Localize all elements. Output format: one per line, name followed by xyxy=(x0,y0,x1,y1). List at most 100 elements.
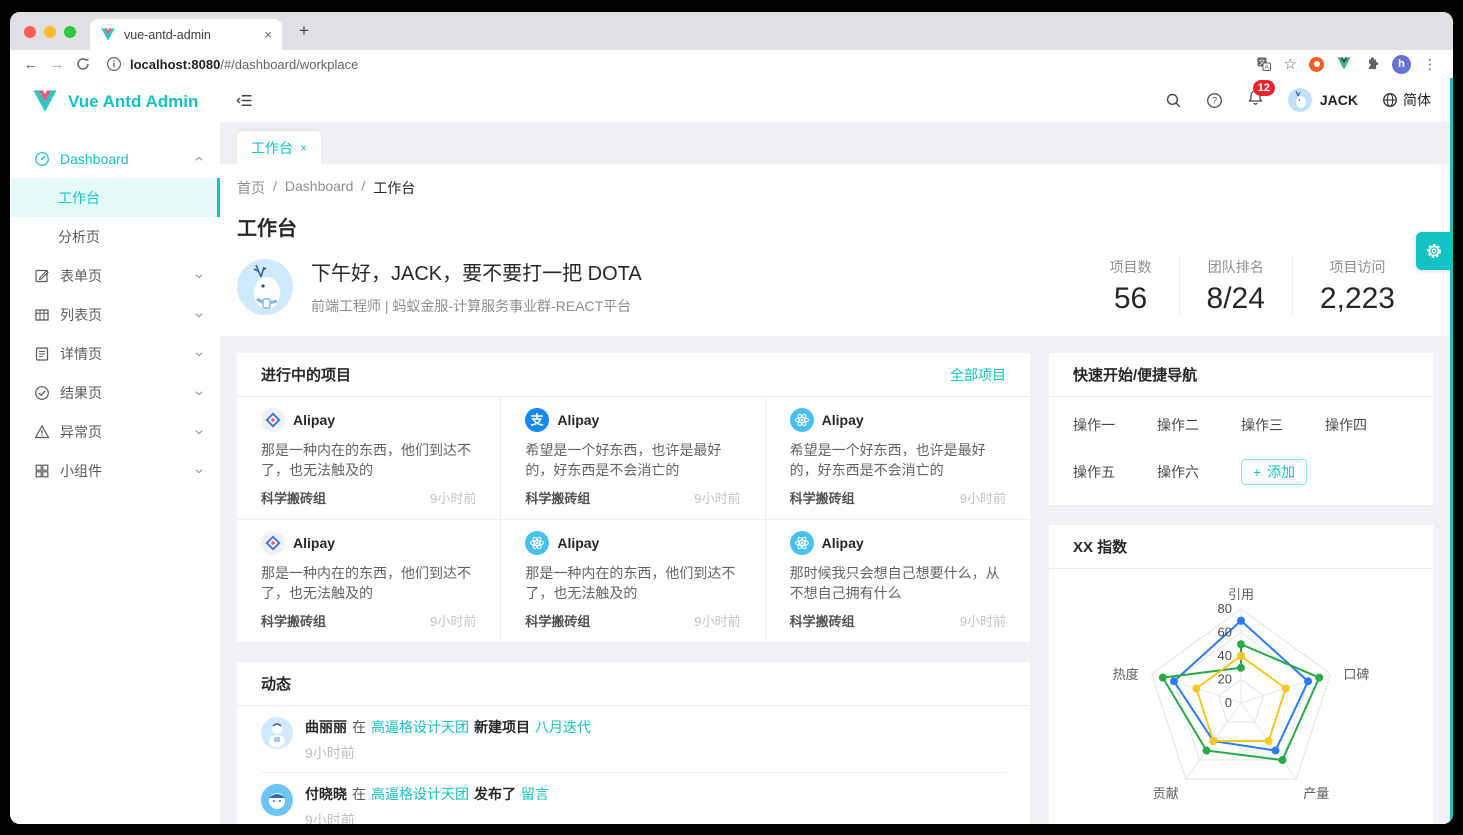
quick-link-1[interactable]: 操作一 xyxy=(1073,415,1157,435)
address-bar[interactable]: localhost:8080/#/dashboard/workplace xyxy=(106,56,1256,72)
project-cell[interactable]: Alipay 那是一种内在的东西，他们到达不了，也无法触及的 科学搬砖组 9小时… xyxy=(237,397,501,520)
sidebar-item-label: 工作台 xyxy=(58,188,100,208)
menu-fold-icon[interactable] xyxy=(236,92,253,109)
page-tab-close-icon[interactable]: × xyxy=(300,141,307,155)
antd-icon xyxy=(261,531,285,555)
project-group[interactable]: 科学搬砖组 xyxy=(525,611,590,630)
greeting-subtitle: 前端工程师 | 蚂蚁金服-计算服务事业群-REACT平台 xyxy=(311,296,642,316)
quick-link-6[interactable]: 操作六 xyxy=(1157,462,1241,482)
project-cell[interactable]: Alipay 希望是一个好东西，也许是最好的，好东西是不会消亡的 科学搬砖组 9… xyxy=(766,397,1030,520)
project-time: 9小时前 xyxy=(430,611,476,630)
activity-target-link[interactable]: 留言 xyxy=(521,784,549,804)
feed-title: 动态 xyxy=(261,673,291,694)
activity-target-link[interactable]: 八月迭代 xyxy=(535,717,591,737)
close-window-button[interactable] xyxy=(24,26,36,38)
sidebar-item-label: 结果页 xyxy=(60,383,102,403)
globe-icon xyxy=(1382,92,1398,108)
quick-link-4[interactable]: 操作四 xyxy=(1325,415,1409,435)
vue-devtools-icon[interactable] xyxy=(1336,56,1352,72)
tab-close-icon[interactable]: × xyxy=(264,27,272,42)
language-switcher[interactable]: 简体 xyxy=(1382,90,1431,110)
project-cell[interactable]: 支 Alipay 希望是一个好东西，也许是最好的，好东西是不会消亡的 科学搬砖组… xyxy=(501,397,765,520)
reload-icon[interactable] xyxy=(75,56,91,72)
browser-tabstrip: vue-antd-admin × + xyxy=(10,12,1453,50)
caret-down-icon xyxy=(194,466,204,476)
breadcrumb-home[interactable]: 首页 xyxy=(237,178,265,198)
sidebar-menu: Dashboard 工作台 分析页 表单页 列表页 xyxy=(10,125,220,490)
activity-team-link[interactable]: 高逼格设计天团 xyxy=(371,717,469,737)
breadcrumb-current: 工作台 xyxy=(373,178,415,198)
sidebar-item-form[interactable]: 表单页 xyxy=(10,256,220,295)
notifications-button[interactable]: 12 xyxy=(1247,89,1264,111)
project-cell[interactable]: Alipay 那时候我只会想自己想要什么，从不想自己拥有什么 科学搬砖组 9小时… xyxy=(766,520,1030,642)
project-group[interactable]: 科学搬砖组 xyxy=(790,611,855,630)
app-title: Vue Antd Admin xyxy=(68,92,198,112)
help-icon[interactable]: ? xyxy=(1206,92,1223,109)
project-group[interactable]: 科学搬砖组 xyxy=(261,488,326,507)
app-logo[interactable]: Vue Antd Admin xyxy=(10,78,220,125)
minimize-window-button[interactable] xyxy=(44,26,56,38)
back-icon[interactable]: ← xyxy=(18,56,44,73)
sidebar-item-list[interactable]: 列表页 xyxy=(10,295,220,334)
activity-team-link[interactable]: 高逼格设计天团 xyxy=(371,784,469,804)
project-cell[interactable]: Alipay 那是一种内在的东西，他们到达不了，也无法触及的 科学搬砖组 9小时… xyxy=(501,520,765,642)
maximize-window-button[interactable] xyxy=(64,26,76,38)
sidebar-item-analysis[interactable]: 分析页 xyxy=(10,217,220,256)
user-menu[interactable]: JACK xyxy=(1288,88,1358,112)
project-group[interactable]: 科学搬砖组 xyxy=(261,611,326,630)
settings-drawer-edge[interactable] xyxy=(1450,78,1453,824)
sidebar-item-result[interactable]: 结果页 xyxy=(10,373,220,412)
project-cell[interactable]: Alipay 那是一种内在的东西，他们到达不了，也无法触及的 科学搬砖组 9小时… xyxy=(237,520,501,642)
svg-text:?: ? xyxy=(1212,95,1217,105)
breadcrumb-dashboard[interactable]: Dashboard xyxy=(285,178,354,198)
sidebar-item-dashboard[interactable]: Dashboard xyxy=(10,139,220,178)
browser-tab-title: vue-antd-admin xyxy=(124,28,256,42)
url-path: /#/dashboard/workplace xyxy=(220,57,358,72)
react-icon xyxy=(790,531,814,555)
project-time: 9小时前 xyxy=(960,611,1006,630)
extension-orange-icon[interactable] xyxy=(1309,57,1324,72)
activity-user[interactable]: 付晓晓 xyxy=(305,784,347,804)
activity-user[interactable]: 曲丽丽 xyxy=(305,717,347,737)
radar-point xyxy=(1272,747,1280,755)
add-button[interactable]: + 添加 xyxy=(1241,459,1307,485)
sidebar-item-detail[interactable]: 详情页 xyxy=(10,334,220,373)
sidebar-item-widgets[interactable]: 小组件 xyxy=(10,451,220,490)
quick-link-5[interactable]: 操作五 xyxy=(1073,462,1157,482)
sidebar-item-workplace[interactable]: 工作台 xyxy=(10,178,220,217)
bookmark-star-icon[interactable]: ☆ xyxy=(1284,55,1297,73)
settings-button[interactable] xyxy=(1416,232,1451,270)
all-projects-link[interactable]: 全部项目 xyxy=(950,365,1006,385)
page-tab-workplace[interactable]: 工作台 × xyxy=(237,131,321,164)
search-icon[interactable] xyxy=(1165,92,1182,109)
project-group[interactable]: 科学搬砖组 xyxy=(525,488,590,507)
extensions-puzzle-icon[interactable] xyxy=(1364,56,1380,72)
browser-menu-icon[interactable]: ⋮ xyxy=(1423,56,1437,73)
add-button-label: 添加 xyxy=(1267,462,1295,482)
project-group[interactable]: 科学搬砖组 xyxy=(790,488,855,507)
username: JACK xyxy=(1320,92,1358,108)
radar-tick-label: 0 xyxy=(1225,695,1232,710)
new-tab-button[interactable]: + xyxy=(292,21,316,41)
browser-tab[interactable]: vue-antd-admin × xyxy=(90,19,282,50)
translate-icon[interactable]: 文A xyxy=(1256,56,1272,72)
sidebar-item-exception[interactable]: 异常页 xyxy=(10,412,220,451)
activity-feed-card: 动态 曲丽丽 在 高逼格设计天团 新建项目 xyxy=(237,662,1030,824)
sidebar-item-label: 详情页 xyxy=(60,344,102,364)
quick-link-3[interactable]: 操作三 xyxy=(1241,415,1325,435)
vue-favicon-icon xyxy=(100,27,116,43)
activity-item: 曲丽丽 在 高逼格设计天团 新建项目 八月迭代 9小时前 xyxy=(261,706,1006,773)
stat-label: 团队排名 xyxy=(1207,257,1265,277)
page-tabbar: 工作台 × xyxy=(220,122,1453,164)
projects-grid: Alipay 那是一种内在的东西，他们到达不了，也无法触及的 科学搬砖组 9小时… xyxy=(237,397,1030,642)
browser-profile-avatar[interactable]: h xyxy=(1392,55,1411,74)
stat-visits: 项目访问 2,223 xyxy=(1292,257,1433,316)
activity-avatar xyxy=(261,717,293,749)
quick-link-2[interactable]: 操作二 xyxy=(1157,415,1241,435)
caret-down-icon xyxy=(194,310,204,320)
project-desc: 希望是一个好东西，也许是最好的，好东西是不会消亡的 xyxy=(525,440,740,480)
url-text[interactable]: localhost:8080/#/dashboard/workplace xyxy=(130,57,358,72)
forward-icon[interactable]: → xyxy=(44,56,70,73)
content-area: 进行中的项目 全部项目 Alipay 那是一种内在的东西，他们到达不了，也无法触… xyxy=(220,336,1453,824)
site-info-icon[interactable] xyxy=(106,56,122,72)
